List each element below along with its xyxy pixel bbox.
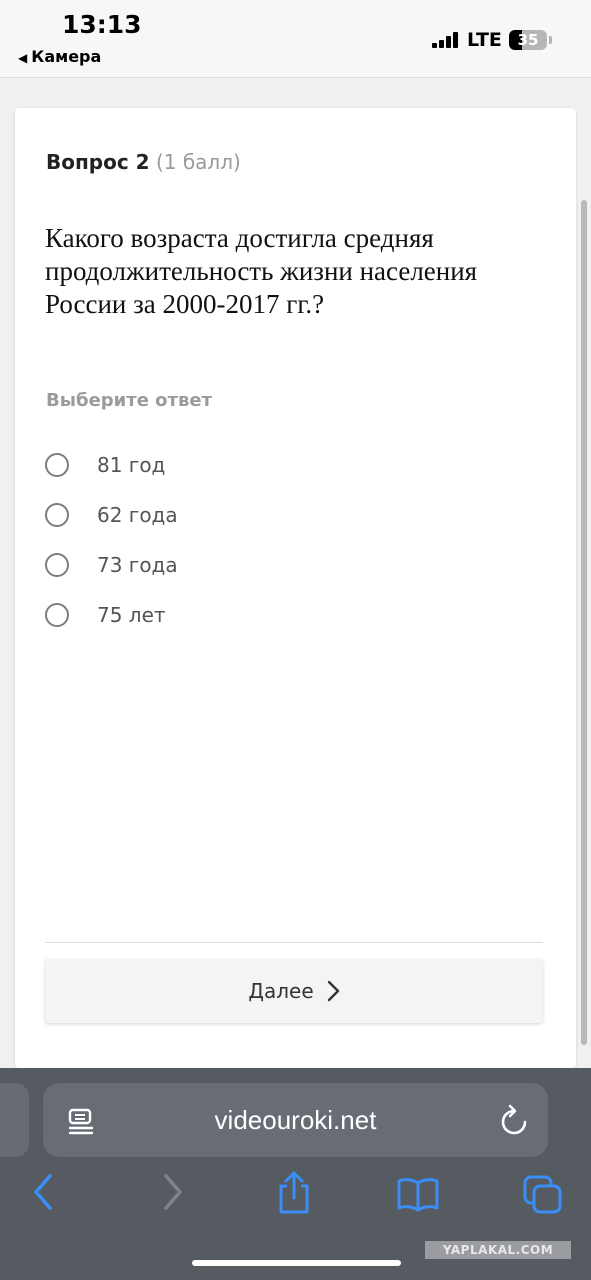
answer-label[interactable]: 81 год: [97, 453, 165, 477]
back-icon[interactable]: [30, 1172, 56, 1212]
question-number: Вопрос 2: [46, 150, 150, 174]
back-app-label: Камера: [31, 47, 102, 66]
radio-button[interactable]: [45, 453, 69, 477]
signal-icon: [432, 32, 460, 48]
home-indicator[interactable]: [192, 1260, 401, 1266]
address-bar[interactable]: videouroki.net: [43, 1083, 548, 1157]
chevron-right-icon: [327, 980, 339, 1002]
forward-icon: [164, 1174, 182, 1210]
question-points: (1 балл): [155, 150, 241, 174]
answer-hint: Выберите ответ: [46, 390, 213, 411]
answer-option[interactable]: 75 лет: [45, 597, 445, 633]
back-triangle-icon: ◀: [18, 51, 28, 65]
share-icon[interactable]: [276, 1170, 312, 1216]
question-text: Какого возраста достигла средняя продолж…: [45, 223, 478, 319]
tabs-icon[interactable]: [522, 1174, 564, 1214]
bookmarks-icon[interactable]: [396, 1176, 440, 1212]
next-button-label[interactable]: Далее: [248, 979, 313, 1003]
radio-button[interactable]: [45, 503, 69, 527]
clock: 13:13: [62, 10, 142, 39]
network-type: LTE: [467, 29, 502, 51]
answer-label[interactable]: 62 года: [97, 503, 178, 527]
radio-button[interactable]: [45, 603, 69, 627]
answer-option[interactable]: 73 года: [45, 547, 445, 583]
url-text[interactable]: videouroki.net: [43, 1083, 548, 1157]
battery-tip: [549, 36, 552, 44]
question-card: Вопрос 2 (1 балл) Какого возраста достиг…: [15, 108, 576, 1068]
back-to-app-button[interactable]: ◀ Камера: [18, 47, 101, 66]
reload-icon[interactable]: [499, 1103, 529, 1137]
answer-label[interactable]: 75 лет: [97, 603, 166, 627]
previous-tab-preview[interactable]: [0, 1083, 29, 1157]
next-button[interactable]: Далее: [45, 959, 543, 1023]
answer-option[interactable]: 62 года: [45, 497, 445, 533]
battery-icon: 35: [509, 30, 547, 50]
divider: [45, 942, 543, 943]
scrollbar[interactable]: [581, 200, 587, 1045]
status-bar: 13:13 ◀ Камера LTE 35: [0, 0, 591, 78]
answer-label[interactable]: 73 года: [97, 553, 178, 577]
answer-option[interactable]: 81 год: [45, 447, 445, 483]
watermark: YAPLAKAL.COM: [425, 1241, 571, 1259]
question-header: Вопрос 2 (1 балл): [46, 150, 241, 174]
radio-button[interactable]: [45, 553, 69, 577]
battery-level: 35: [517, 31, 539, 49]
